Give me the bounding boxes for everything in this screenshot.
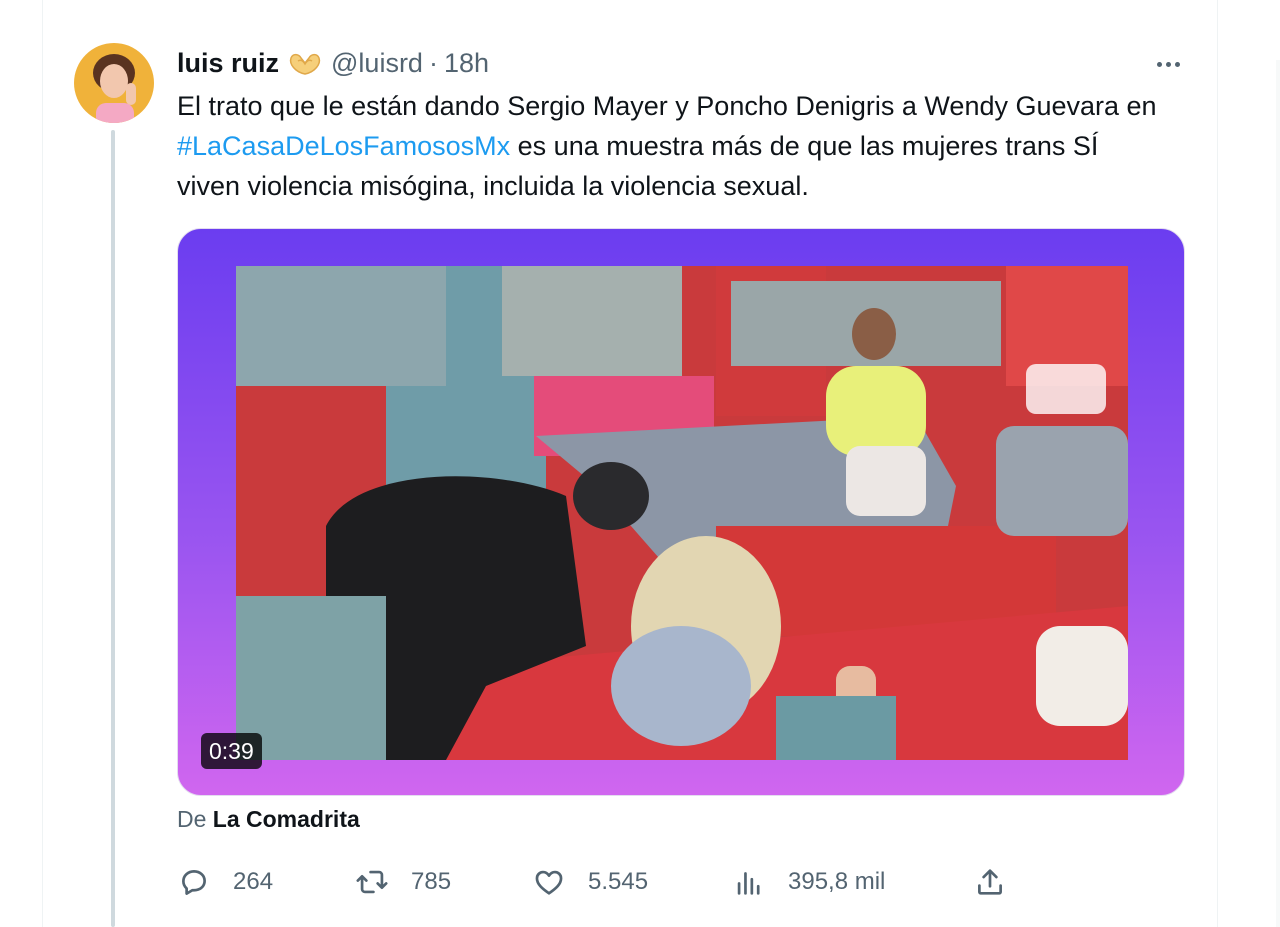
tweet-text: El trato que le están dando Sergio Mayer… <box>177 86 1167 206</box>
views-count: 395,8 mil <box>788 868 886 895</box>
avatar[interactable] <box>74 43 154 123</box>
source-name[interactable]: La Comadrita <box>213 806 360 832</box>
retweet-icon <box>356 870 388 894</box>
like-button[interactable]: 5.545 <box>532 860 648 904</box>
author-name[interactable]: luis ruiz <box>177 48 279 79</box>
reply-button[interactable]: 264 <box>177 860 273 904</box>
retweet-button[interactable]: 785 <box>355 860 451 904</box>
thread-line <box>111 130 115 927</box>
tweet-time[interactable]: 18h <box>444 48 489 79</box>
views-button[interactable]: 395,8 mil <box>732 860 885 904</box>
author-handle[interactable]: @luisrd <box>331 48 423 79</box>
sidebar-edge <box>1276 60 1280 927</box>
share-icon <box>978 869 1002 895</box>
more-options-icon[interactable] <box>1148 50 1188 78</box>
retweet-count: 785 <box>411 868 452 895</box>
separator-dot: · <box>428 47 438 78</box>
video-scene <box>236 266 1128 760</box>
video-player[interactable] <box>177 228 1185 796</box>
reply-count: 264 <box>233 868 274 895</box>
tweet-page: luis ruiz @luisrd · 18h El trato que le … <box>0 0 1280 927</box>
heart-hands-icon <box>287 50 323 76</box>
reply-icon <box>182 870 206 895</box>
video-thumbnail[interactable] <box>236 266 1128 760</box>
hashtag-link[interactable]: #LaCasaDeLosFamososMx <box>177 131 510 161</box>
tweet-header: luis ruiz @luisrd · 18h <box>177 44 489 82</box>
source-attribution: De La Comadrita <box>177 806 360 833</box>
like-count: 5.545 <box>588 868 649 895</box>
video-duration: 0:39 <box>201 733 262 769</box>
avatar-image <box>74 43 154 123</box>
tweet-text-part: El trato que le están dando Sergio Mayer… <box>177 91 1157 121</box>
views-chart-icon <box>737 872 760 895</box>
share-button[interactable] <box>973 860 1007 904</box>
source-prefix: De <box>177 806 207 832</box>
tweet-actions: 264 785 5.545 395,8 mil <box>177 860 1177 904</box>
heart-icon <box>535 870 563 895</box>
